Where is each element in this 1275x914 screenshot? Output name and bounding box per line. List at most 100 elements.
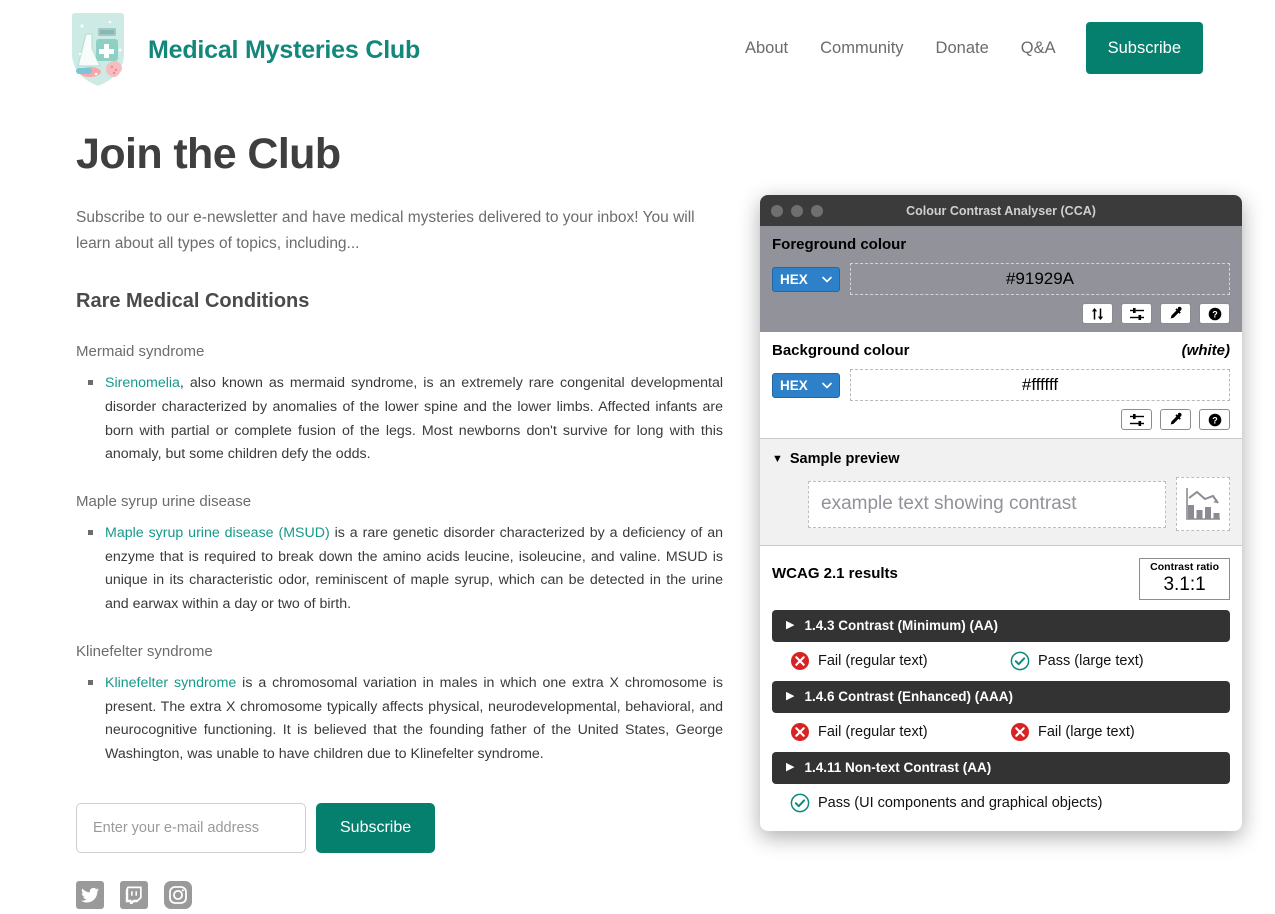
condition-list: Sirenomelia, also known as mermaid syndr… (76, 372, 726, 467)
svg-text:?: ? (1212, 309, 1218, 319)
main-content: Join the Club Subscribe to our e-newslet… (76, 130, 726, 909)
shield-logo-icon (62, 6, 134, 94)
condition-title: Maple syrup urine disease (76, 493, 252, 510)
condition-block: Maple syrup urine disease Maple syrup ur… (76, 493, 726, 617)
cca-titlebar[interactable]: Colour Contrast Analyser (CCA) (760, 195, 1242, 226)
eyedropper-icon[interactable] (1160, 409, 1191, 430)
subscribe-button[interactable]: Subscribe (316, 802, 436, 853)
wcag-results-section: WCAG 2.1 results Contrast ratio 3.1:1 ▶ … (760, 545, 1242, 823)
condition-link[interactable]: Sirenomelia (105, 375, 180, 391)
background-format-select[interactable]: HEX (772, 372, 840, 398)
condition-link[interactable]: Maple syrup urine disease (MSUD) (105, 525, 330, 541)
condition-title: Mermaid syndrome (76, 343, 205, 361)
result-item: Fail (large text) (1010, 722, 1230, 742)
foreground-format-select[interactable]: HEX (772, 266, 840, 292)
disclosure-arrow-icon: ▶ (786, 761, 795, 774)
nav-subscribe-button[interactable]: Subscribe (1085, 22, 1203, 74)
background-label: Background colour (772, 342, 910, 359)
chevron-down-icon (822, 276, 832, 283)
help-icon[interactable]: ? (1199, 409, 1230, 430)
brand-title: Medical Mysteries Club (148, 35, 421, 64)
svg-text:?: ? (1212, 415, 1218, 425)
background-icon-row: ? (772, 409, 1230, 430)
window-title: Colour Contrast Analyser (CCA) (906, 203, 1096, 218)
contrast-ratio-box: Contrast ratio 3.1:1 (1139, 558, 1230, 600)
instagram-icon[interactable] (164, 880, 192, 909)
background-colour-input[interactable]: #ffffff (850, 369, 1230, 401)
condition-title: Klinefelter syndrome (76, 642, 213, 660)
help-icon[interactable]: ? (1199, 303, 1230, 324)
fail-icon (1011, 722, 1029, 741)
subscribe-form: Subscribe (76, 802, 726, 853)
condition-list: Maple syrup urine disease (MSUD) is a ra… (76, 522, 726, 617)
window-traffic-lights (771, 204, 823, 217)
list-item: Maple syrup urine disease (MSUD) is a ra… (88, 522, 723, 617)
swap-colours-icon[interactable] (1082, 303, 1113, 324)
criterion-label: 1.4.3 Contrast (Minimum) (AA) (804, 618, 998, 634)
sample-preview-label: Sample preview (789, 451, 900, 467)
email-input[interactable] (76, 802, 306, 853)
result-text: Fail (regular text) (818, 723, 928, 740)
criterion-146-bar[interactable]: ▶ 1.4.6 Contrast (Enhanced) (AAA) (772, 680, 1230, 713)
twitter-icon[interactable] (76, 880, 104, 909)
eyedropper-icon[interactable] (1160, 303, 1191, 324)
foreground-header: Foreground colour (772, 236, 1230, 253)
cca-window: Colour Contrast Analyser (CCA) Foregroun… (760, 195, 1242, 831)
pass-icon (1010, 651, 1030, 671)
sliders-icon[interactable] (1121, 409, 1152, 430)
site-header: Medical Mysteries Club About Community D… (0, 0, 1275, 100)
criterion-143-results: Fail (regular text) Pass (large text) (772, 651, 1230, 671)
foreground-row: HEX #91929A (772, 263, 1230, 295)
social-links (76, 880, 726, 909)
condition-body: , also known as mermaid syndrome, is an … (105, 375, 723, 463)
background-header: Background colour (white) (772, 342, 1230, 359)
condition-list: Klinefelter syndrome is a chromosomal va… (76, 672, 726, 767)
nav-link-donate[interactable]: Donate (920, 22, 1005, 74)
sample-preview-header[interactable]: ▼ Sample preview (772, 451, 1230, 467)
twitch-icon[interactable] (120, 880, 148, 909)
foreground-format-value: HEX (780, 271, 808, 287)
nav-link-qa[interactable]: Q&A (1005, 22, 1072, 74)
condition-block: Mermaid syndrome Sirenomelia, also known… (76, 343, 726, 467)
section-heading: Rare Medical Conditions (76, 290, 310, 313)
contrast-ratio-value: 3.1:1 (1163, 574, 1206, 596)
criterion-146-results: Fail (regular text) Fail (large text) (772, 722, 1230, 742)
sliders-icon[interactable] (1121, 303, 1152, 324)
nav-link-about[interactable]: About (729, 22, 804, 74)
criterion-1411-results: Pass (UI components and graphical object… (772, 793, 1230, 813)
result-item: Pass (large text) (1010, 651, 1230, 671)
pass-icon (790, 793, 810, 813)
criterion-label: 1.4.11 Non-text Contrast (AA) (804, 760, 992, 776)
result-item: Fail (regular text) (790, 651, 1010, 671)
foreground-colour-input[interactable]: #91929A (850, 263, 1230, 295)
result-item: Pass (UI components and graphical object… (790, 793, 1230, 813)
sample-preview-section: ▼ Sample preview example text showing co… (760, 438, 1242, 545)
result-text: Fail (regular text) (818, 652, 928, 669)
background-format-value: HEX (780, 377, 808, 393)
results-title: WCAG 2.1 results (772, 565, 898, 582)
main-nav: About Community Donate Q&A Subscribe (729, 22, 1203, 74)
nav-link-community[interactable]: Community (804, 22, 919, 74)
background-section: Background colour (white) HEX #ffffff ? (760, 332, 1242, 438)
disclosure-triangle-icon[interactable]: ▼ (772, 453, 783, 465)
page-title: Join the Club (76, 130, 341, 178)
close-window-button[interactable] (771, 204, 783, 217)
result-item: Fail (regular text) (790, 722, 1010, 742)
result-text: Pass (UI components and graphical object… (818, 794, 1103, 811)
criterion-label: 1.4.6 Contrast (Enhanced) (AAA) (804, 689, 1013, 705)
background-row: HEX #ffffff (772, 369, 1230, 401)
list-item: Sirenomelia, also known as mermaid syndr… (88, 372, 723, 467)
fail-icon (791, 722, 809, 741)
condition-link[interactable]: Klinefelter syndrome (105, 675, 236, 691)
criterion-143-bar[interactable]: ▶ 1.4.3 Contrast (Minimum) (AA) (772, 609, 1230, 642)
criterion-1411-bar[interactable]: ▶ 1.4.11 Non-text Contrast (AA) (772, 751, 1230, 784)
disclosure-arrow-icon: ▶ (786, 619, 795, 632)
maximize-window-button[interactable] (811, 204, 823, 217)
foreground-section: Foreground colour HEX #91929A ? (760, 226, 1242, 332)
brand[interactable]: Medical Mysteries Club (62, 6, 420, 94)
sample-text: example text showing contrast (808, 480, 1166, 528)
result-text: Fail (large text) (1038, 723, 1135, 740)
foreground-icon-row: ? (772, 303, 1230, 324)
sample-preview-body: example text showing contrast (772, 477, 1230, 531)
minimize-window-button[interactable] (791, 204, 803, 217)
